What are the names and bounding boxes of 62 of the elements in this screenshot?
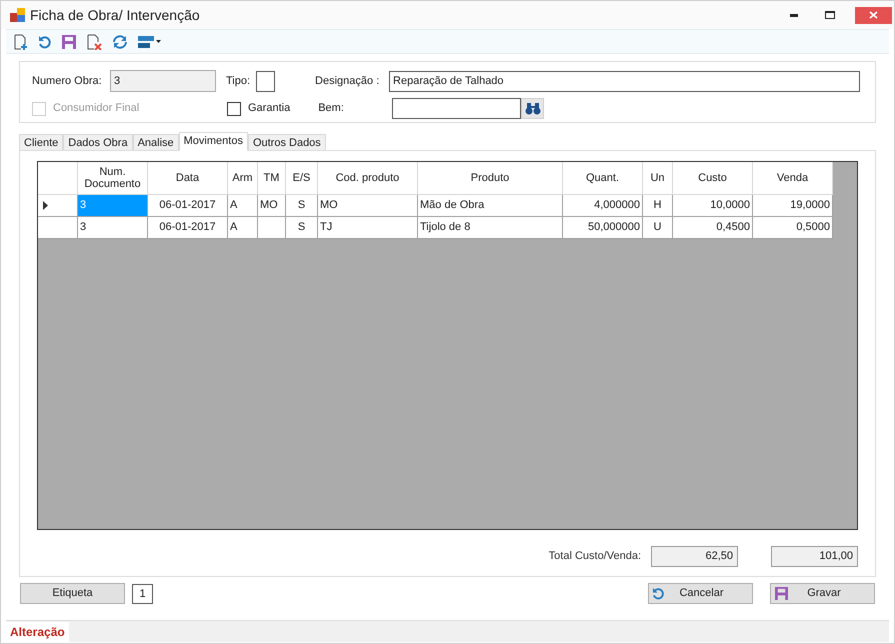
table-cell: 3 xyxy=(78,217,148,238)
etiqueta-field[interactable]: 1 xyxy=(132,584,153,604)
tab[interactable]: Analise xyxy=(132,134,179,151)
save-icon xyxy=(775,587,788,600)
tab[interactable]: Movimentos xyxy=(178,132,248,151)
close-icon xyxy=(869,11,878,19)
app-icon xyxy=(10,8,25,22)
tab[interactable]: Outros Dados xyxy=(248,134,326,151)
checkbox-label: Garantia xyxy=(248,101,290,116)
total-custo-field: 62,50 xyxy=(651,546,738,567)
table-cell: A xyxy=(228,195,258,216)
table-cell: 06-01-2017 xyxy=(148,195,228,216)
save-button[interactable]: Gravar xyxy=(770,583,875,604)
table-cell: 10,0000 xyxy=(673,195,753,216)
numero-obra-field[interactable]: 3 xyxy=(110,70,216,92)
table-cell: 19,0000 xyxy=(753,195,833,216)
table-cell: MO xyxy=(318,195,418,216)
bem-field[interactable] xyxy=(392,98,522,119)
table-cell: 3 xyxy=(78,195,148,216)
save-icon[interactable] xyxy=(62,34,76,48)
table-cell: U xyxy=(643,217,673,238)
table-cell: 0,5000 xyxy=(753,217,833,238)
table-cell: 06-01-2017 xyxy=(148,217,228,238)
search-button[interactable] xyxy=(521,98,544,119)
window-title: Ficha de Obra/ Intervenção xyxy=(30,6,200,25)
total-venda-field: 101,00 xyxy=(771,546,858,567)
table-cell: 0,4500 xyxy=(673,217,753,238)
tipo-field[interactable] xyxy=(256,70,276,92)
cancel-button[interactable]: Cancelar xyxy=(648,583,753,604)
close-button[interactable] xyxy=(855,6,892,24)
field-label: Numero Obra: xyxy=(32,74,103,89)
field-label: Designação : xyxy=(315,74,380,89)
table-cell: Mão de Obra xyxy=(418,195,563,216)
table-cell: TJ xyxy=(318,217,418,238)
undo-icon xyxy=(652,587,665,600)
checkbox-label: Consumidor Final xyxy=(53,101,140,116)
tab[interactable]: Dados Obra xyxy=(63,134,133,151)
new-document-icon[interactable] xyxy=(12,34,28,50)
field-label: Bem: xyxy=(318,101,345,116)
refresh-icon[interactable] xyxy=(112,34,128,48)
table-cell: A xyxy=(228,217,258,238)
table-cell: 50,000000 xyxy=(563,217,643,238)
table-cell: Tijolo de 8 xyxy=(418,217,563,238)
maximize-icon xyxy=(825,11,835,19)
designacao-field[interactable]: Reparação de Talhado xyxy=(389,70,860,92)
checkbox[interactable] xyxy=(227,102,241,116)
status-text: Alteração xyxy=(6,622,69,642)
table-cell: 4,000000 xyxy=(563,195,643,216)
etiqueta-button[interactable]: Etiqueta xyxy=(20,583,125,604)
current-row-icon xyxy=(43,201,48,210)
tab[interactable]: Cliente xyxy=(19,134,64,151)
table-cell: H xyxy=(643,195,673,216)
totals-label: Total Custo/Venda: xyxy=(548,549,641,564)
table-cell: S xyxy=(286,195,318,216)
binoculars-icon xyxy=(524,102,541,114)
field-label: Tipo: xyxy=(226,74,250,89)
delete-document-icon[interactable] xyxy=(86,34,102,50)
minimize-icon xyxy=(790,14,798,16)
table-cell: S xyxy=(286,217,318,238)
table-cell: MO xyxy=(258,195,286,216)
undo-icon[interactable] xyxy=(38,34,52,48)
layout-dropdown-icon[interactable] xyxy=(138,36,162,48)
